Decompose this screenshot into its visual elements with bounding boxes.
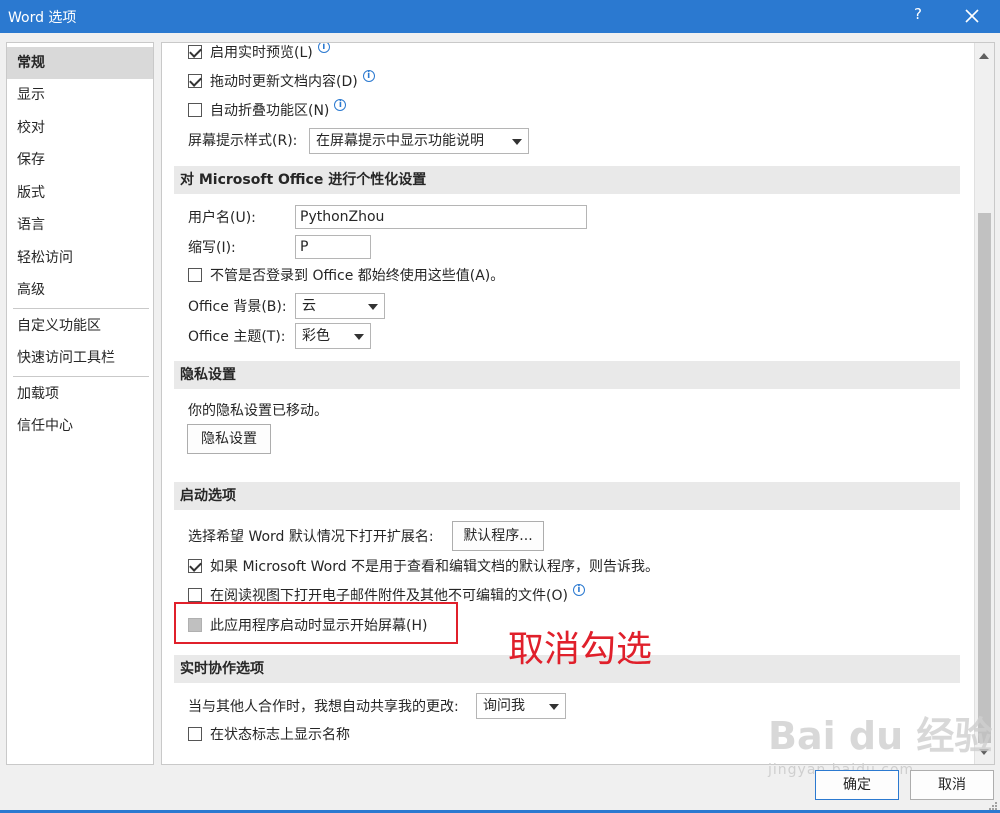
info-icon: i	[317, 43, 330, 53]
always-use-row: 不管是否登录到 Office 都始终使用这些值(A)。	[188, 263, 504, 287]
info-icon: i	[334, 99, 347, 111]
share-changes-row: 当与其他人合作时，我想自动共享我的更改:	[188, 694, 459, 718]
share-changes-select[interactable]: 询问我	[476, 693, 566, 719]
help-button[interactable]: ?	[908, 5, 928, 23]
highlight-box	[174, 602, 458, 644]
share-changes-value: 询问我	[483, 698, 525, 714]
drag-update-checkbox[interactable]	[188, 74, 202, 88]
nav-item-quick-access[interactable]: 快速访问工具栏	[7, 342, 153, 374]
theme-label: Office 主题(T):	[188, 329, 286, 345]
scroll-up-icon[interactable]	[979, 53, 989, 59]
options-nav: 常规 显示 校对 保存 版式 语言 轻松访问 高级 自定义功能区 快速访问工具栏…	[6, 42, 154, 765]
tooltip-style-value: 在屏幕提示中显示功能说明	[316, 133, 484, 149]
always-use-checkbox[interactable]	[188, 268, 202, 282]
initials-input[interactable]: P	[295, 235, 371, 259]
nav-item-advanced[interactable]: 高级	[7, 274, 153, 306]
cancel-button[interactable]: 取消	[910, 770, 994, 800]
chevron-down-icon	[354, 334, 364, 340]
privacy-moved-row: 你的隐私设置已移动。	[188, 398, 328, 422]
nav-item-proofing[interactable]: 校对	[7, 112, 153, 144]
nav-item-language[interactable]: 语言	[7, 209, 153, 241]
chevron-down-icon	[368, 304, 378, 310]
nav-item-general[interactable]: 常规	[7, 47, 153, 79]
title-bar: Word 选项 ?	[0, 0, 1000, 33]
show-names-checkbox[interactable]	[188, 727, 202, 741]
collapse-ribbon-label: 自动折叠功能区(N)	[210, 103, 330, 119]
scrollbar-thumb[interactable]	[978, 213, 991, 743]
nav-item-display[interactable]: 显示	[7, 79, 153, 111]
drag-update-row: 拖动时更新文档内容(D) i	[188, 69, 375, 93]
username-input[interactable]: PythonZhou	[295, 205, 587, 229]
background-value: 云	[302, 298, 316, 314]
theme-select[interactable]: 彩色	[295, 323, 371, 349]
tooltip-style-row: 屏幕提示样式(R):	[188, 128, 297, 152]
background-select[interactable]: 云	[295, 293, 385, 319]
background-row: Office 背景(B):	[188, 294, 287, 318]
live-preview-checkbox[interactable]	[188, 45, 202, 59]
collapse-ribbon-checkbox[interactable]	[188, 103, 202, 117]
share-changes-label: 当与其他人合作时，我想自动共享我的更改:	[188, 699, 459, 715]
info-icon: i	[572, 584, 585, 596]
notify-default-row: 如果 Microsoft Word 不是用于查看和编辑文档的默认程序，则告诉我。	[188, 554, 659, 578]
ok-button[interactable]: 确定	[815, 770, 899, 800]
extensions-label: 选择希望 Word 默认情况下打开扩展名:	[188, 529, 434, 545]
open-attachments-checkbox[interactable]	[188, 588, 202, 602]
annotation-text: 取消勾选	[508, 629, 653, 670]
chevron-down-icon	[512, 139, 522, 145]
startup-section-header: 启动选项	[174, 482, 960, 510]
privacy-settings-button[interactable]: 隐私设置	[187, 424, 271, 454]
live-preview-label: 启用实时预览(L)	[210, 45, 313, 61]
username-row: 用户名(U):	[188, 205, 256, 229]
info-icon: i	[362, 70, 375, 82]
nav-item-trust-center[interactable]: 信任中心	[7, 410, 153, 442]
privacy-moved-text: 你的隐私设置已移动。	[188, 403, 328, 419]
nav-item-addins[interactable]: 加载项	[7, 378, 153, 410]
nav-item-accessibility[interactable]: 轻松访问	[7, 242, 153, 274]
initials-row: 缩写(I):	[188, 235, 236, 259]
nav-item-save[interactable]: 保存	[7, 144, 153, 176]
live-preview-row: 启用实时预览(L) i	[188, 43, 330, 64]
nav-divider	[13, 376, 149, 377]
tooltip-style-label: 屏幕提示样式(R):	[188, 133, 298, 149]
show-names-label: 在状态标志上显示名称	[210, 727, 350, 743]
show-names-row: 在状态标志上显示名称	[188, 722, 350, 746]
nav-item-layout[interactable]: 版式	[7, 177, 153, 209]
notify-default-checkbox[interactable]	[188, 559, 202, 573]
background-label: Office 背景(B):	[188, 299, 287, 315]
content-scrollbar[interactable]	[974, 43, 994, 764]
close-icon[interactable]	[960, 4, 984, 28]
theme-value: 彩色	[302, 328, 330, 344]
privacy-section-header: 隐私设置	[174, 361, 960, 389]
username-label: 用户名(U):	[188, 210, 256, 226]
always-use-label: 不管是否登录到 Office 都始终使用这些值(A)。	[210, 268, 505, 284]
tooltip-style-select[interactable]: 在屏幕提示中显示功能说明	[309, 128, 529, 154]
watermark: Bai du 经验	[768, 714, 993, 758]
drag-update-label: 拖动时更新文档内容(D)	[210, 74, 358, 90]
chevron-down-icon	[549, 704, 559, 710]
default-programs-button[interactable]: 默认程序...	[452, 521, 544, 551]
theme-row: Office 主题(T):	[188, 324, 286, 348]
notify-default-label: 如果 Microsoft Word 不是用于查看和编辑文档的默认程序，则告诉我。	[210, 559, 660, 575]
nav-item-customize-ribbon[interactable]: 自定义功能区	[7, 310, 153, 342]
collapse-ribbon-row: 自动折叠功能区(N) i	[188, 98, 347, 122]
extensions-row: 选择希望 Word 默认情况下打开扩展名:	[188, 524, 434, 548]
personalize-section-header: 对 Microsoft Office 进行个性化设置	[174, 166, 960, 194]
initials-label: 缩写(I):	[188, 240, 236, 256]
nav-divider	[13, 308, 149, 309]
window-title: Word 选项	[8, 10, 77, 26]
